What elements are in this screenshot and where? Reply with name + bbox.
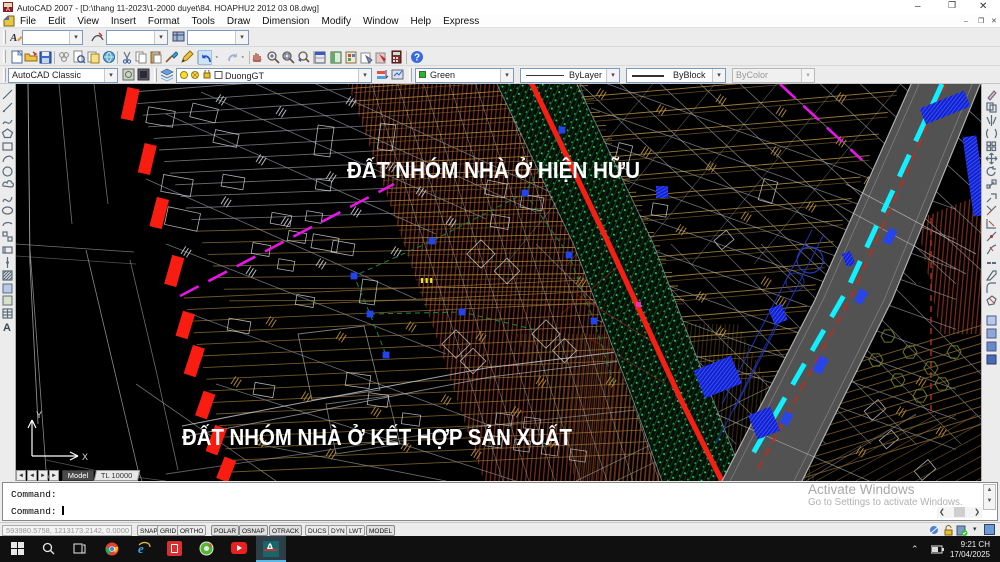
svg-text:?: ? — [414, 53, 420, 64]
svg-text:ĐẤT NHÓM NHÀ Ở KẾT HỢP SẢN XUẤ: ĐẤT NHÓM NHÀ Ở KẾT HỢP SẢN XUẤT — [182, 422, 572, 450]
svg-text:A: A — [3, 322, 11, 333]
svg-text:A: A — [6, 7, 10, 12]
svg-text:A: A — [10, 32, 17, 43]
svg-text:ĐẤT NHÓM NHÀ Ở HIỆN HỮU: ĐẤT NHÓM NHÀ Ở HIỆN HỮU — [347, 155, 640, 183]
svg-text:Y: Y — [36, 410, 42, 420]
svg-text:X: X — [82, 452, 88, 462]
